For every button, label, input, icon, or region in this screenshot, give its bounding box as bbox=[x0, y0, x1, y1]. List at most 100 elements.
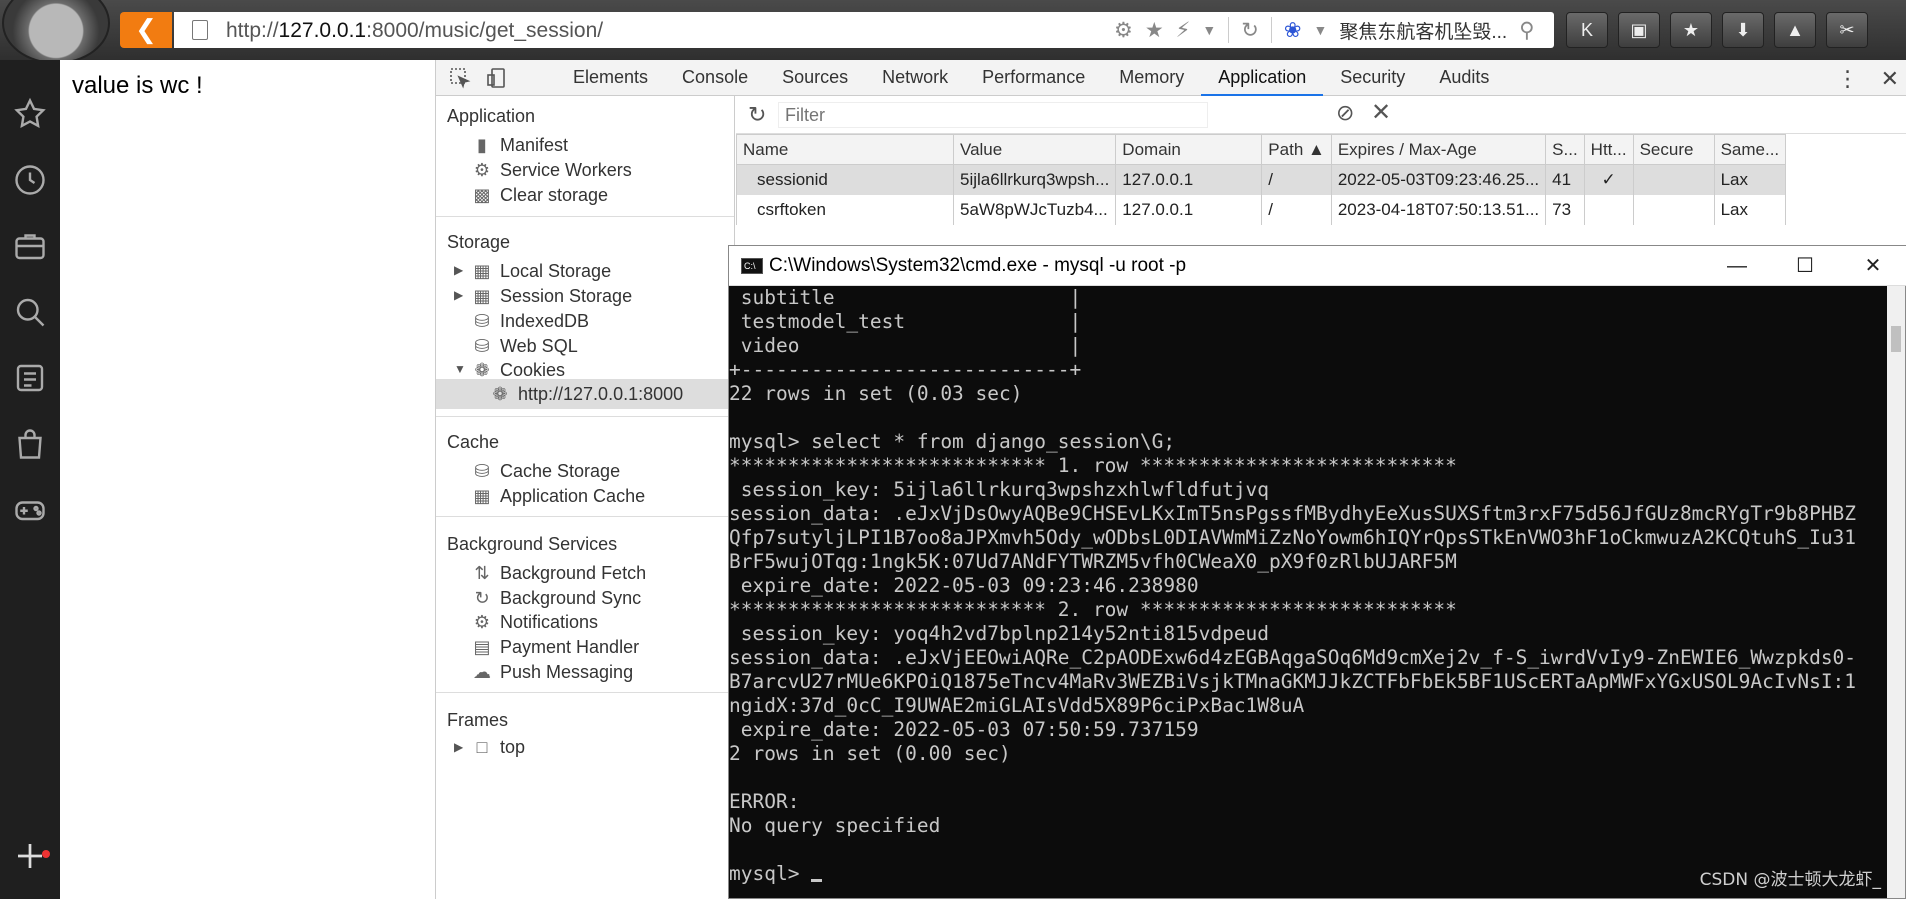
inspect-element-icon[interactable] bbox=[448, 66, 472, 90]
tab-audits[interactable]: Audits bbox=[1422, 60, 1506, 96]
history-clock-icon[interactable] bbox=[12, 162, 48, 198]
cmd-line: session_key: 5ijla6llrkurq3wpshzxhlwfldf… bbox=[729, 478, 1270, 501]
scrollbar[interactable] bbox=[1887, 286, 1905, 898]
column-header[interactable]: S... bbox=[1545, 134, 1585, 165]
cookie-row[interactable]: sessionid 5ijla6llrkurq3wpsh... 127.0.0.1/… bbox=[736, 164, 1787, 195]
scissors-icon[interactable]: ✂ bbox=[1826, 12, 1868, 48]
nav-cookie-site[interactable]: ❁ http://127.0.0.1:8000 bbox=[490, 381, 683, 407]
expand-arrow-icon[interactable]: ▶ bbox=[454, 263, 463, 277]
cookie-cell: 41 bbox=[1545, 164, 1585, 195]
nav-local-storage[interactable]: ▦ Local Storage bbox=[472, 258, 611, 284]
cookie-row[interactable]: csrftoken 5aW8pWJcTuzb4... 127.0.0.1/2023-… bbox=[736, 194, 1787, 225]
dropdown-icon[interactable]: ▼ bbox=[1202, 22, 1216, 38]
filter-bar: ↻ ⊘ ✕ bbox=[736, 96, 1906, 134]
nav-payment-handler[interactable]: ▤ Payment Handler bbox=[472, 634, 639, 660]
lightning-icon[interactable]: ⚡ bbox=[1176, 18, 1191, 43]
download-icon[interactable]: ⬇ bbox=[1722, 12, 1764, 48]
search-suggestion[interactable]: 聚焦东航客机坠毁... bbox=[1339, 17, 1507, 44]
delete-selected-icon[interactable]: ✕ bbox=[1371, 98, 1391, 127]
tab-console[interactable]: Console bbox=[665, 60, 765, 96]
cookie-cell bbox=[1632, 194, 1715, 225]
device-toggle-icon[interactable] bbox=[486, 66, 510, 90]
scrollbar-thumb[interactable] bbox=[1891, 326, 1901, 352]
tab-memory[interactable]: Memory bbox=[1102, 60, 1201, 96]
expand-arrow-icon[interactable]: ▶ bbox=[454, 740, 463, 754]
cmd-line: No query specified bbox=[729, 814, 941, 837]
tab-performance[interactable]: Performance bbox=[965, 60, 1102, 96]
nav-background-fetch[interactable]: ⇅ Background Fetch bbox=[472, 560, 646, 586]
column-header[interactable]: Expires / Max-Age bbox=[1330, 134, 1547, 165]
cmd-line: video | bbox=[729, 334, 1082, 357]
column-header[interactable]: Secure bbox=[1632, 134, 1715, 165]
filter-input[interactable] bbox=[778, 102, 1208, 128]
column-header[interactable]: Name bbox=[736, 134, 954, 165]
column-header[interactable]: Domain bbox=[1115, 134, 1263, 165]
shopping-bag-icon[interactable] bbox=[12, 426, 48, 462]
nav-notifications[interactable]: ⚙ Notifications bbox=[472, 609, 598, 635]
nav-web-sql[interactable]: ⛁ Web SQL bbox=[472, 333, 577, 359]
cmd-titlebar[interactable]: C:\ C:\Windows\System32\cmd.exe - mysql … bbox=[729, 246, 1906, 286]
divider bbox=[436, 692, 734, 693]
section-application: Application bbox=[447, 106, 536, 126]
expand-arrow-icon[interactable]: ▶ bbox=[454, 288, 463, 302]
game-controller-icon[interactable] bbox=[12, 492, 48, 528]
nav-push-messaging[interactable]: ☁ Push Messaging bbox=[472, 659, 633, 685]
column-header[interactable]: Htt... bbox=[1583, 134, 1634, 165]
cookie-cell: 127.0.0.1 bbox=[1115, 194, 1263, 225]
nav-clear-storage[interactable]: ▩ Clear storage bbox=[472, 182, 608, 208]
tab-sources[interactable]: Sources bbox=[765, 60, 865, 96]
search-icon[interactable] bbox=[12, 294, 48, 330]
bell-icon: ⚙ bbox=[473, 611, 491, 632]
section-frames: Frames bbox=[447, 710, 509, 730]
minimize-icon[interactable]: — bbox=[1703, 246, 1771, 286]
browser-logo[interactable] bbox=[2, 0, 110, 64]
nav-service-workers[interactable]: ⚙ Service Workers bbox=[472, 157, 632, 183]
nav-background-sync[interactable]: ↻ Background Sync bbox=[472, 585, 641, 611]
back-button[interactable]: ❮ bbox=[120, 12, 172, 48]
more-options-icon[interactable]: ⋮ bbox=[1837, 66, 1859, 92]
cmd-output[interactable]: subtitle | testmodel_test | video | +----… bbox=[729, 286, 1889, 898]
refresh-icon[interactable]: ↻ bbox=[1241, 18, 1259, 43]
nav-manifest[interactable]: ▮ Manifest bbox=[472, 132, 568, 158]
cmd-line: expire_date: 2022-05-03 09:23:46.238980 bbox=[729, 574, 1199, 597]
column-header[interactable]: Same... bbox=[1713, 134, 1787, 165]
cmd-icon: C:\ bbox=[741, 258, 763, 274]
nav-cache-storage[interactable]: ⛁ Cache Storage bbox=[472, 458, 620, 484]
nav-application-cache[interactable]: ▦ Application Cache bbox=[472, 483, 645, 509]
lock-icon[interactable]: ▣ bbox=[1618, 12, 1660, 48]
clear-all-icon[interactable]: ⊘ bbox=[1336, 100, 1354, 126]
cookie-cell: 5aW8pWJcTuzb4... bbox=[952, 194, 1117, 225]
cmd-line: 22 rows in set (0.03 sec) bbox=[729, 382, 1023, 405]
url-text[interactable]: http://127.0.0.1:8000/music/get_session/ bbox=[226, 19, 603, 43]
favorite-star-icon[interactable]: ★ bbox=[1670, 12, 1712, 48]
settings-wheel-icon[interactable]: ⚙ bbox=[1114, 18, 1133, 43]
close-devtools-icon[interactable]: ✕ bbox=[1881, 66, 1899, 92]
refresh-icon[interactable]: ↻ bbox=[748, 102, 766, 128]
cmd-line: +----------------------------+ bbox=[729, 358, 1082, 381]
cookie-cell: Lax bbox=[1713, 164, 1787, 195]
baidu-icon[interactable]: ❀ bbox=[1284, 18, 1302, 43]
nav-indexeddb[interactable]: ⛁ IndexedDB bbox=[472, 308, 589, 334]
search-icon[interactable]: ⚲ bbox=[1519, 18, 1534, 43]
briefcase-icon[interactable] bbox=[12, 228, 48, 264]
reader-icon[interactable] bbox=[12, 360, 48, 396]
tab-security[interactable]: Security bbox=[1323, 60, 1422, 96]
maximize-icon[interactable]: ☐ bbox=[1771, 246, 1839, 286]
address-bar[interactable]: http://127.0.0.1:8000/music/get_session/… bbox=[174, 12, 1554, 48]
star-icon[interactable]: ★ bbox=[1145, 18, 1164, 43]
k-icon[interactable]: K bbox=[1566, 12, 1608, 48]
cookie-icon: ❁ bbox=[492, 383, 508, 404]
favorites-star-icon[interactable] bbox=[12, 96, 48, 132]
nav-frame-top[interactable]: □ top bbox=[472, 734, 525, 760]
tab-application[interactable]: Application bbox=[1201, 60, 1324, 96]
tab-network[interactable]: Network bbox=[865, 60, 965, 96]
gamepad-icon[interactable]: ▲ bbox=[1774, 12, 1816, 48]
column-header[interactable]: Value bbox=[952, 134, 1117, 165]
tab-elements[interactable]: Elements bbox=[556, 60, 665, 96]
collapse-arrow-icon[interactable]: ▼ bbox=[454, 362, 466, 376]
nav-session-storage[interactable]: ▦ Session Storage bbox=[472, 283, 632, 309]
column-header[interactable]: Path ▲ bbox=[1261, 134, 1332, 165]
close-icon[interactable]: ✕ bbox=[1839, 246, 1906, 286]
dropdown-icon[interactable]: ▼ bbox=[1313, 22, 1327, 38]
database-icon: ⛁ bbox=[474, 460, 490, 481]
